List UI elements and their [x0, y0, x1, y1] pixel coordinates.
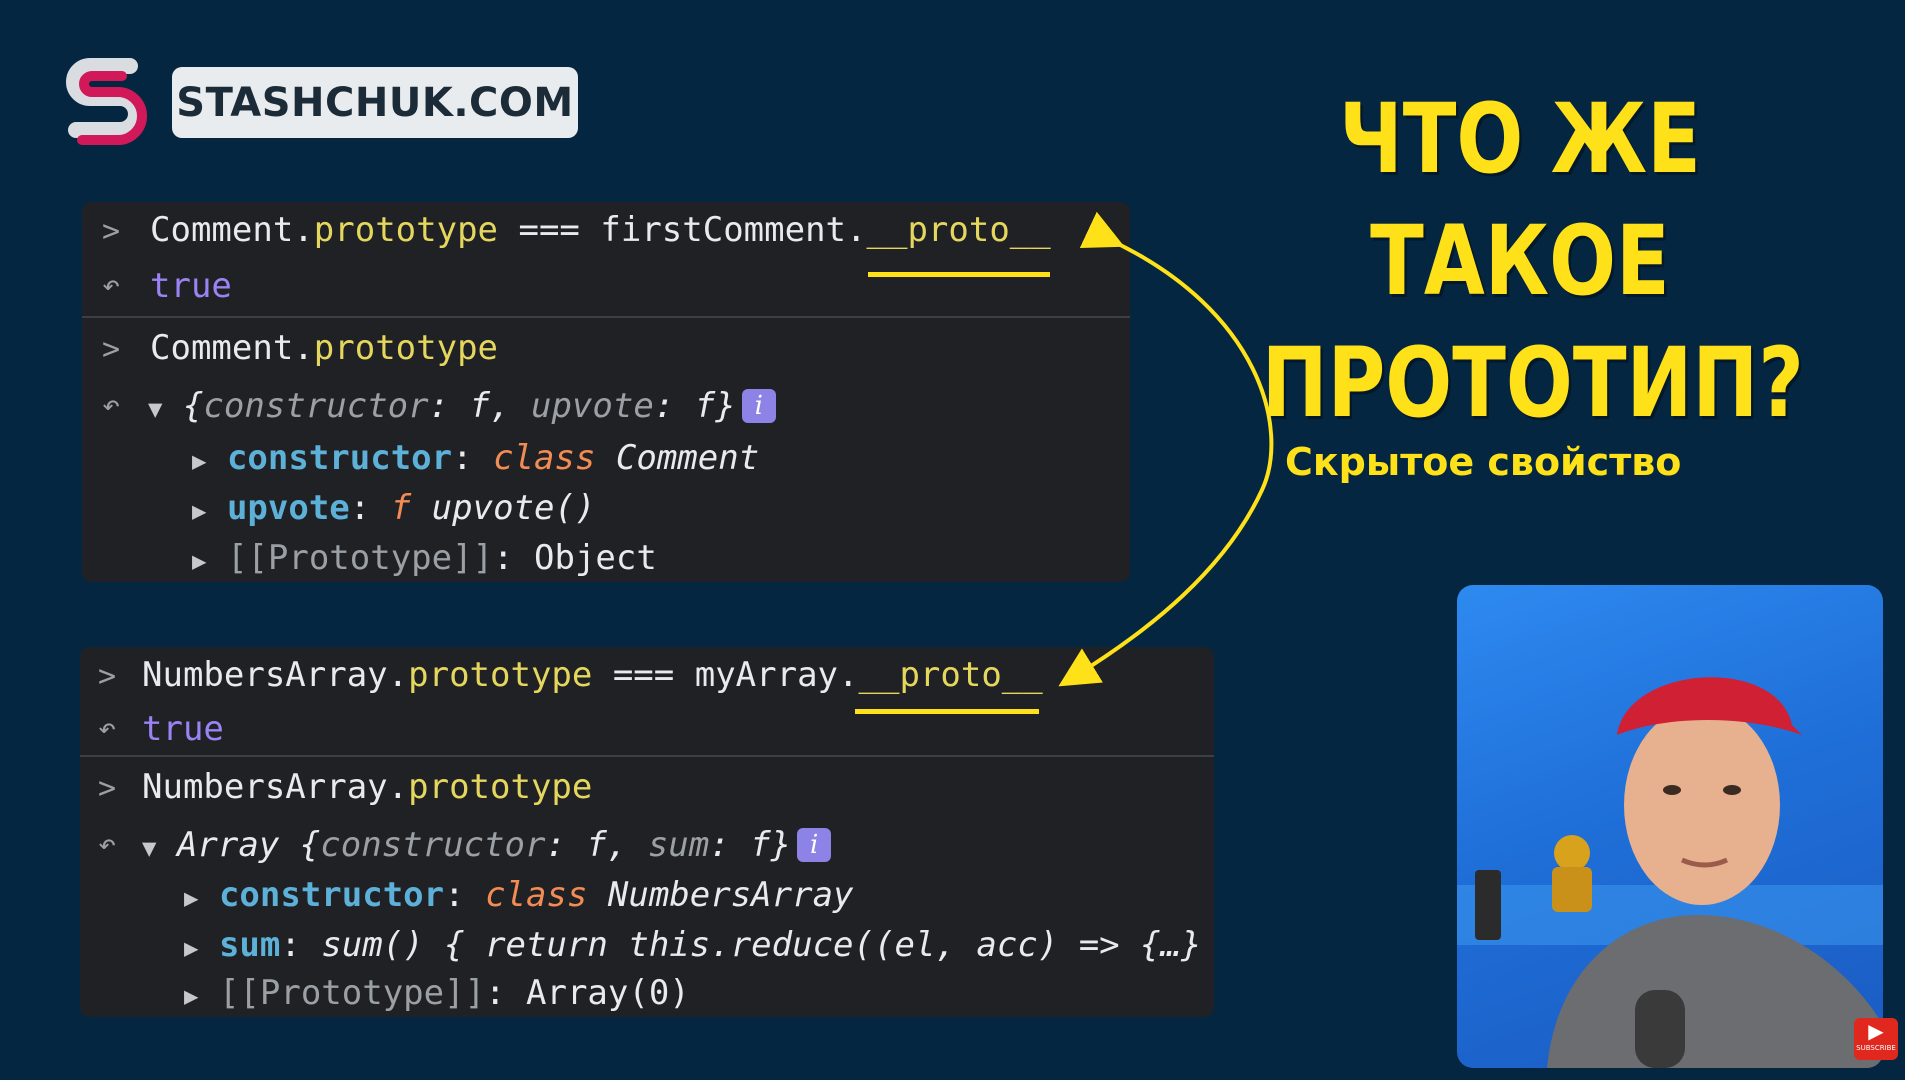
info-icon[interactable]: i: [797, 828, 832, 862]
console-divider: [82, 316, 1130, 318]
property-row-constructor[interactable]: ▶ constructor: class Comment: [192, 438, 1130, 478]
triangle-right-icon[interactable]: ▶: [184, 982, 198, 1010]
chevron-right-icon: >: [98, 771, 117, 806]
return-arrow-icon: ↶: [98, 711, 117, 746]
slide-title-line-1: ЧТО ЖЕ ТАКОЕ: [1339, 83, 1701, 317]
slide-title: ЧТО ЖЕ ТАКОЕ ПРОТОТИП?: [1261, 78, 1804, 444]
triangle-down-icon[interactable]: ▼: [142, 834, 156, 862]
webcam-feed: [1457, 585, 1883, 1068]
site-badge[interactable]: STASHCHUK.COM: [172, 67, 578, 138]
console-input-row: Comment.prototype === firstComment.__pro…: [150, 210, 1051, 250]
console-panel-numbers-array: > NumbersArray.prototype === myArray.__p…: [80, 647, 1214, 1017]
proto-underline: [868, 272, 1050, 277]
triangle-right-icon[interactable]: ▶: [184, 884, 198, 912]
chevron-right-icon: >: [102, 214, 121, 249]
slide-title-line-2: ПРОТОТИП?: [1261, 327, 1804, 439]
chevron-right-icon: >: [102, 332, 121, 367]
proto-underline: [855, 709, 1039, 714]
return-arrow-icon: ↶: [102, 268, 121, 303]
object-preview-row[interactable]: ▼ Array {constructor: f, sum: f} i: [142, 825, 1214, 865]
property-row-constructor[interactable]: ▶ constructor: class NumbersArray: [184, 875, 1214, 915]
console-panel-comment: > Comment.prototype === firstComment.__p…: [82, 202, 1130, 582]
triangle-down-icon[interactable]: ▼: [148, 395, 162, 423]
property-row-prototype[interactable]: ▶ [[Prototype]]: Array(0): [184, 973, 1214, 1013]
console-input-row: Comment.prototype: [150, 328, 499, 368]
youtube-subscribe-icon[interactable]: ▶ SUBSCRIBE: [1854, 1018, 1898, 1060]
subscribe-label: SUBSCRIBE: [1856, 1044, 1896, 1052]
hidden-property-note: Скрытое свойство: [1285, 440, 1682, 484]
triangle-right-icon[interactable]: ▶: [184, 934, 198, 962]
console-input-row: NumbersArray.prototype: [142, 767, 593, 807]
triangle-right-icon[interactable]: ▶: [192, 547, 206, 575]
return-arrow-icon: ↶: [102, 388, 121, 423]
console-input-row: NumbersArray.prototype === myArray.__pro…: [142, 655, 1043, 695]
chevron-right-icon: >: [98, 659, 117, 694]
info-icon[interactable]: i: [741, 389, 776, 423]
property-row-prototype[interactable]: ▶ [[Prototype]]: Object: [192, 538, 1130, 578]
property-row-upvote[interactable]: ▶ upvote: f upvote(): [192, 488, 1130, 528]
triangle-right-icon[interactable]: ▶: [192, 497, 206, 525]
console-divider: [80, 755, 1214, 757]
proto-token: __proto__: [858, 655, 1043, 695]
property-row-sum[interactable]: ▶ sum: sum() { return this.reduce((el, a…: [184, 925, 1214, 965]
return-arrow-icon: ↶: [98, 827, 117, 862]
triangle-right-icon[interactable]: ▶: [192, 447, 206, 475]
stashchuk-logo-icon: [66, 58, 147, 145]
object-preview-row[interactable]: ▼ {constructor: f, upvote: f} i: [148, 386, 1130, 426]
console-result-row: true: [142, 709, 224, 749]
proto-token: __proto__: [866, 210, 1051, 250]
site-name: STASHCHUK.COM: [176, 79, 574, 126]
